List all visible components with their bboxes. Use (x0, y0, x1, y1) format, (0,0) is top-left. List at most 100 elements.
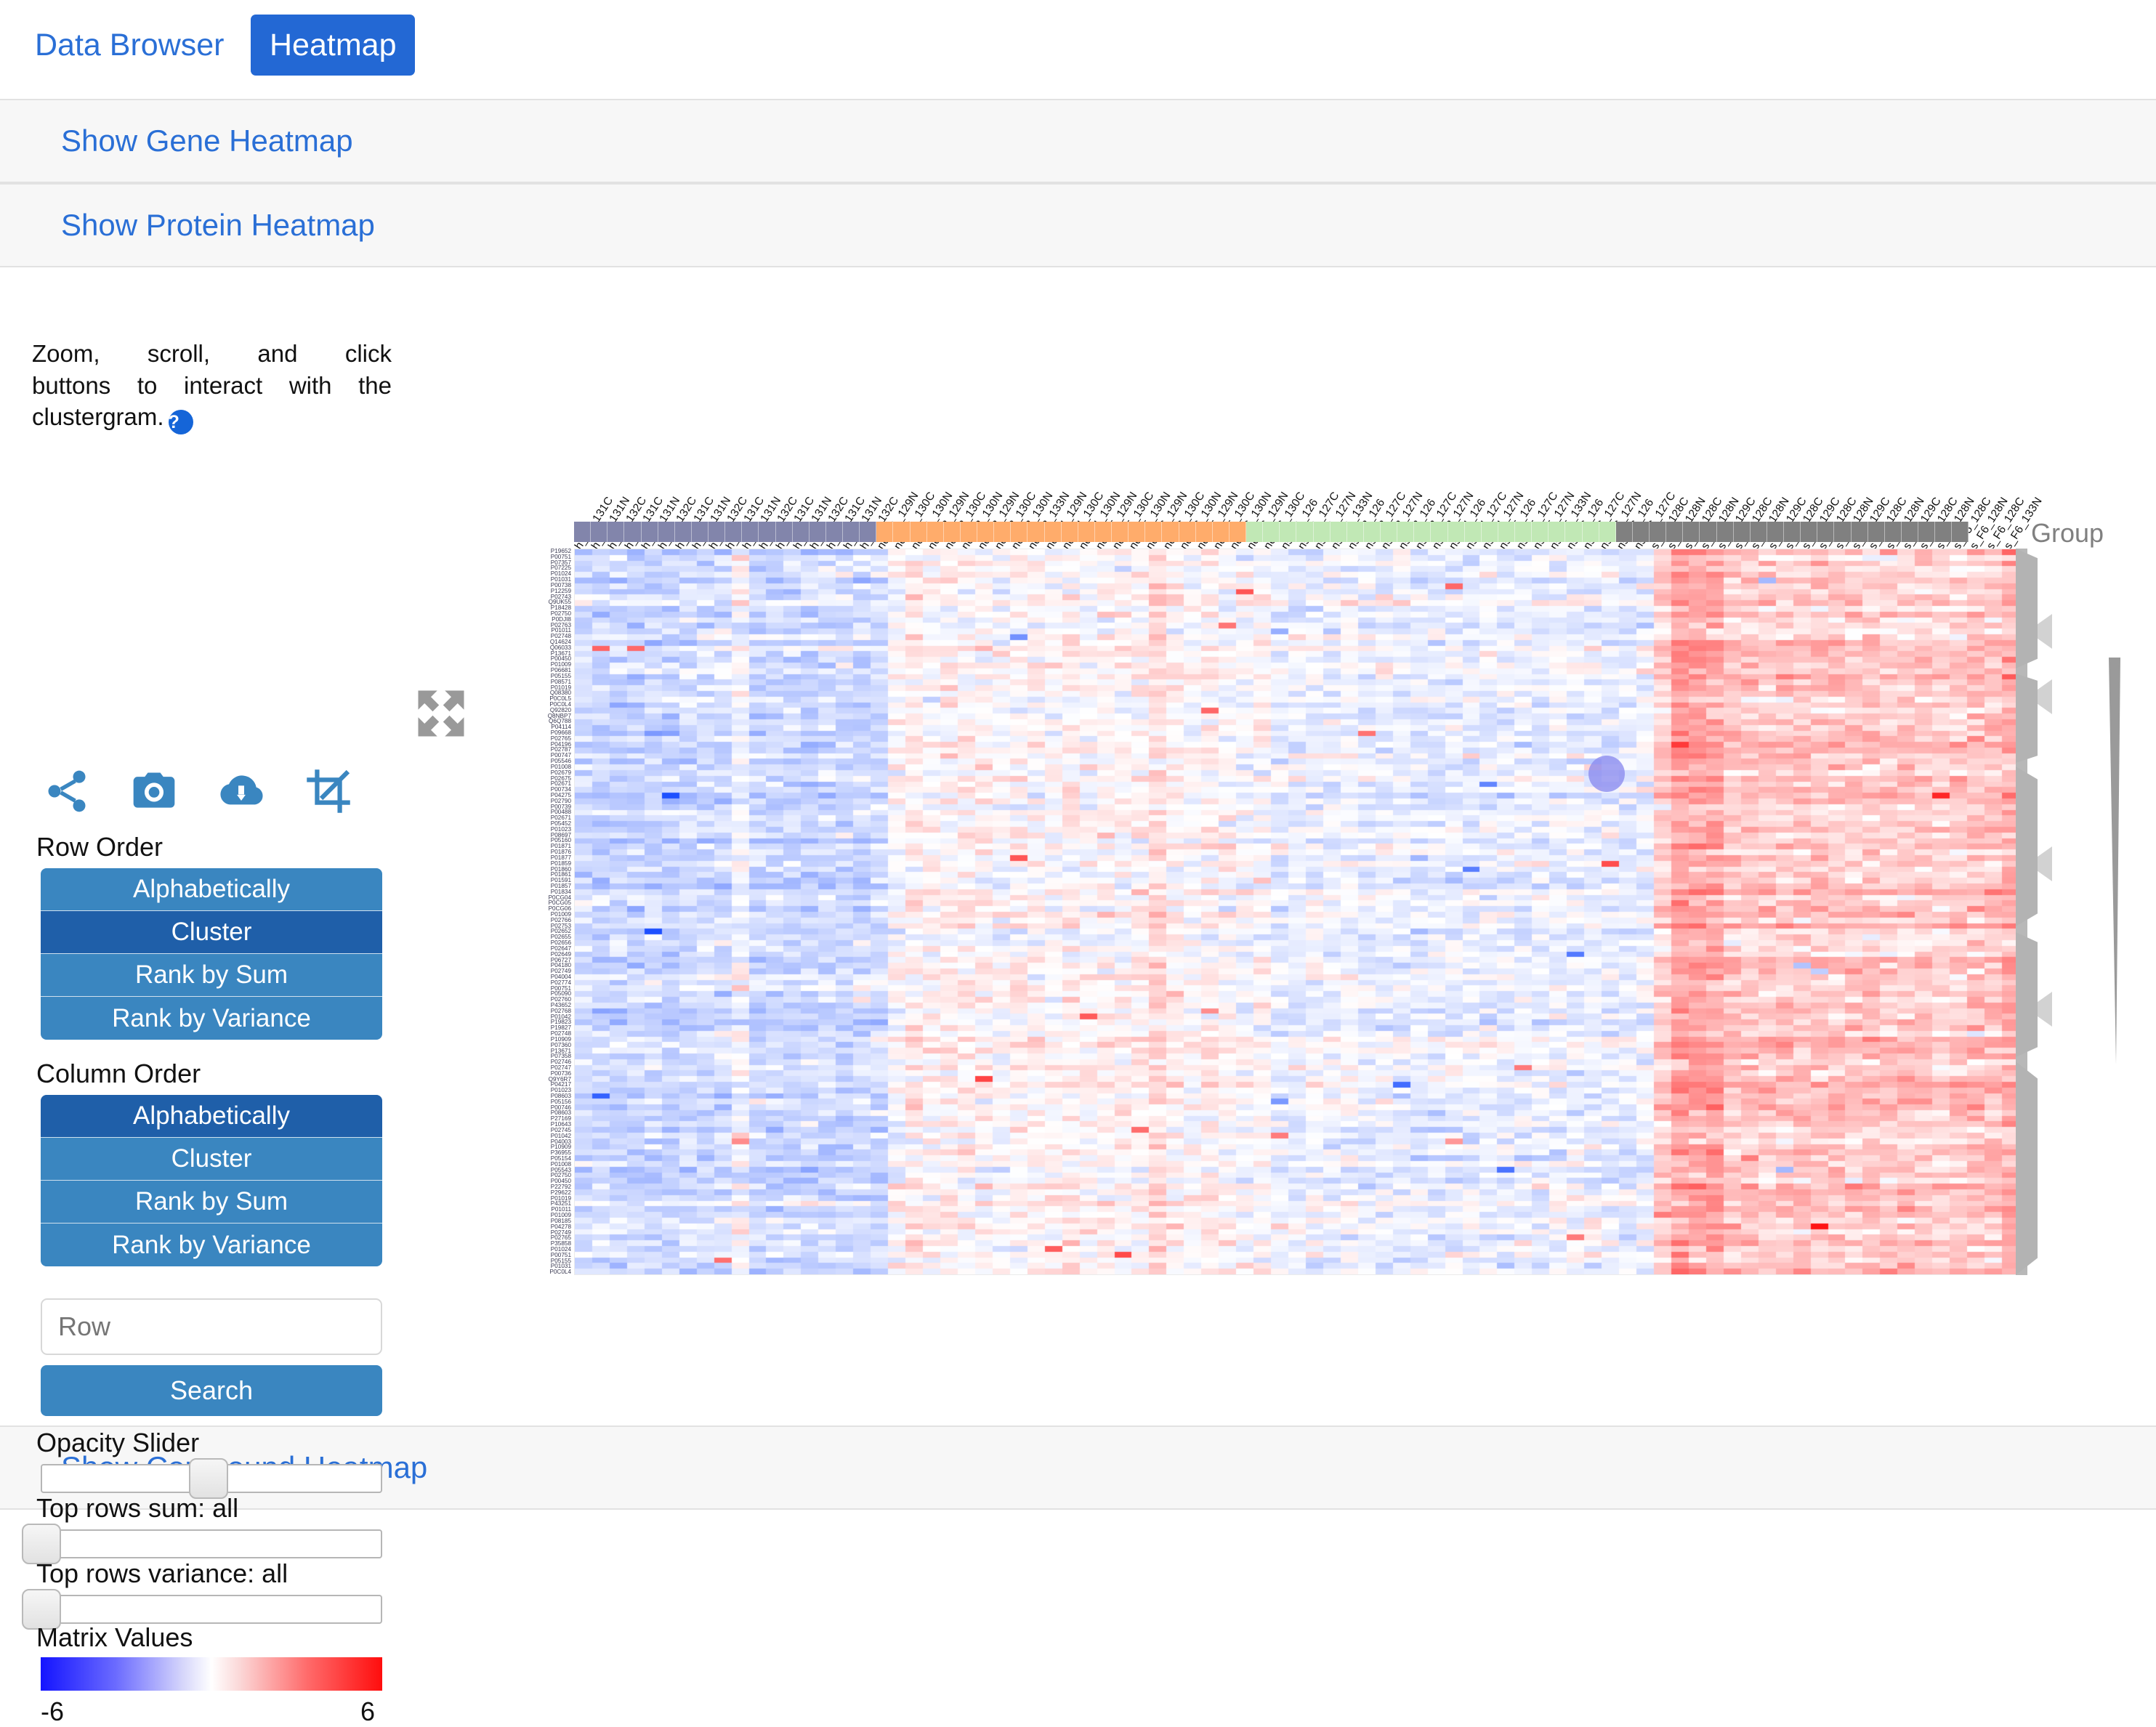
top-rows-sum-track[interactable] (41, 1529, 382, 1558)
column-order-option-rank-by-sum[interactable]: Rank by Sum (41, 1181, 382, 1224)
accordion-show-gene-heatmap[interactable]: Show Gene Heatmap (0, 99, 2156, 183)
tab-heatmap[interactable]: Heatmap (251, 15, 416, 76)
group-segment[interactable] (960, 522, 977, 542)
group-segment[interactable] (607, 522, 625, 542)
group-segment[interactable] (825, 522, 843, 542)
group-segment[interactable] (1834, 522, 1852, 542)
group-segment[interactable] (1733, 522, 1751, 542)
row-label[interactable]: P0C0L4 (549, 1269, 571, 1275)
group-segment[interactable] (1397, 522, 1415, 542)
tab-data-browser[interactable]: Data Browser (16, 15, 243, 76)
group-segment[interactable] (1498, 522, 1515, 542)
group-segment[interactable] (1263, 522, 1280, 542)
group-segment[interactable] (742, 522, 759, 542)
group-segment[interactable] (1027, 522, 1045, 542)
group-segment[interactable] (1145, 522, 1163, 542)
group-segment[interactable] (725, 522, 743, 542)
group-segment[interactable] (775, 522, 793, 542)
group-segment[interactable] (1918, 522, 1936, 542)
group-segment[interactable] (1582, 522, 1599, 542)
group-segment[interactable] (759, 522, 776, 542)
group-segment[interactable] (1817, 522, 1835, 542)
group-segment[interactable] (876, 522, 894, 542)
clustergram[interactable]: h_F1_131Ch_F1_131Nh_F1_132Ch_F2_131Ch_F2… (509, 331, 2156, 1362)
group-segment[interactable] (1078, 522, 1095, 542)
dendrogram-cutoff-slider[interactable] (2093, 658, 2136, 1064)
group-segment[interactable] (658, 522, 675, 542)
group-segment[interactable] (674, 522, 692, 542)
group-segment[interactable] (1935, 522, 1953, 542)
column-order-option-alphabetically[interactable]: Alphabetically (41, 1095, 382, 1138)
group-segment[interactable] (1448, 522, 1465, 542)
group-segment[interactable] (1246, 522, 1264, 542)
group-segment[interactable] (792, 522, 809, 542)
group-segment[interactable] (1683, 522, 1700, 542)
group-segment[interactable] (1851, 522, 1868, 542)
group-segment[interactable] (1599, 522, 1616, 542)
group-segment[interactable] (574, 522, 592, 542)
group-segment[interactable] (1195, 522, 1213, 542)
group-segment[interactable] (1162, 522, 1179, 542)
row-order-option-rank-by-variance[interactable]: Rank by Variance (41, 997, 382, 1040)
group-segment[interactable] (1347, 522, 1364, 542)
group-segment[interactable] (1129, 522, 1146, 542)
group-segment[interactable] (1952, 522, 1969, 542)
heatmap-matrix[interactable] (574, 549, 2020, 1275)
group-segment[interactable] (1112, 522, 1129, 542)
group-segment[interactable] (1700, 522, 1717, 542)
group-segment[interactable] (624, 522, 642, 542)
column-order-option-cluster[interactable]: Cluster (41, 1138, 382, 1181)
group-segment[interactable] (1868, 522, 1885, 542)
group-segment[interactable] (1565, 522, 1583, 542)
group-segment[interactable] (1801, 522, 1818, 542)
group-segment[interactable] (1212, 522, 1230, 542)
camera-icon[interactable] (129, 767, 179, 820)
group-segment[interactable] (1515, 522, 1533, 542)
group-segment[interactable] (1666, 522, 1684, 542)
group-segment[interactable] (1061, 522, 1078, 542)
group-segment[interactable] (1431, 522, 1448, 542)
group-segment[interactable] (910, 522, 927, 542)
expand-arrows-icon[interactable] (411, 683, 472, 748)
group-segment[interactable] (1011, 522, 1028, 542)
group-segment[interactable] (977, 522, 995, 542)
group-segment[interactable] (994, 522, 1012, 542)
group-segment[interactable] (1330, 522, 1347, 542)
group-segment[interactable] (1650, 522, 1667, 542)
group-segment[interactable] (1363, 522, 1381, 542)
group-segment[interactable] (1313, 522, 1331, 542)
group-segment[interactable] (1532, 522, 1549, 542)
group-segment[interactable] (1901, 522, 1918, 542)
group-segment[interactable] (1414, 522, 1432, 542)
group-segment[interactable] (1767, 522, 1784, 542)
dendrogram-cutoff-knob[interactable] (1588, 756, 1625, 792)
accordion-show-protein-heatmap[interactable]: Show Protein Heatmap (0, 183, 2156, 267)
row-order-option-alphabetically[interactable]: Alphabetically (41, 868, 382, 911)
group-segment[interactable] (943, 522, 961, 542)
group-segment[interactable] (1280, 522, 1297, 542)
row-order-option-cluster[interactable]: Cluster (41, 911, 382, 954)
group-segment[interactable] (591, 522, 608, 542)
group-segment[interactable] (708, 522, 726, 542)
group-segment[interactable] (1296, 522, 1314, 542)
group-segment[interactable] (1632, 522, 1650, 542)
group-segment[interactable] (926, 522, 944, 542)
group-segment[interactable] (843, 522, 860, 542)
group-segment[interactable] (1381, 522, 1398, 542)
crop-icon[interactable] (304, 767, 353, 820)
group-segment[interactable] (893, 522, 911, 542)
share-icon[interactable] (42, 767, 92, 820)
search-button[interactable]: Search (41, 1365, 382, 1416)
help-icon[interactable]: ? (168, 410, 193, 435)
group-segment[interactable] (1750, 522, 1767, 542)
row-search-input[interactable] (41, 1298, 382, 1355)
group-segment[interactable] (860, 522, 877, 542)
group-segment[interactable] (1481, 522, 1498, 542)
group-segment[interactable] (1716, 522, 1734, 542)
group-segment[interactable] (1784, 522, 1801, 542)
group-segment[interactable] (1044, 522, 1062, 542)
top-rows-variance-track[interactable] (41, 1595, 382, 1624)
group-segment[interactable] (1615, 522, 1633, 542)
group-segment[interactable] (1549, 522, 1566, 542)
group-segment[interactable] (1229, 522, 1246, 542)
